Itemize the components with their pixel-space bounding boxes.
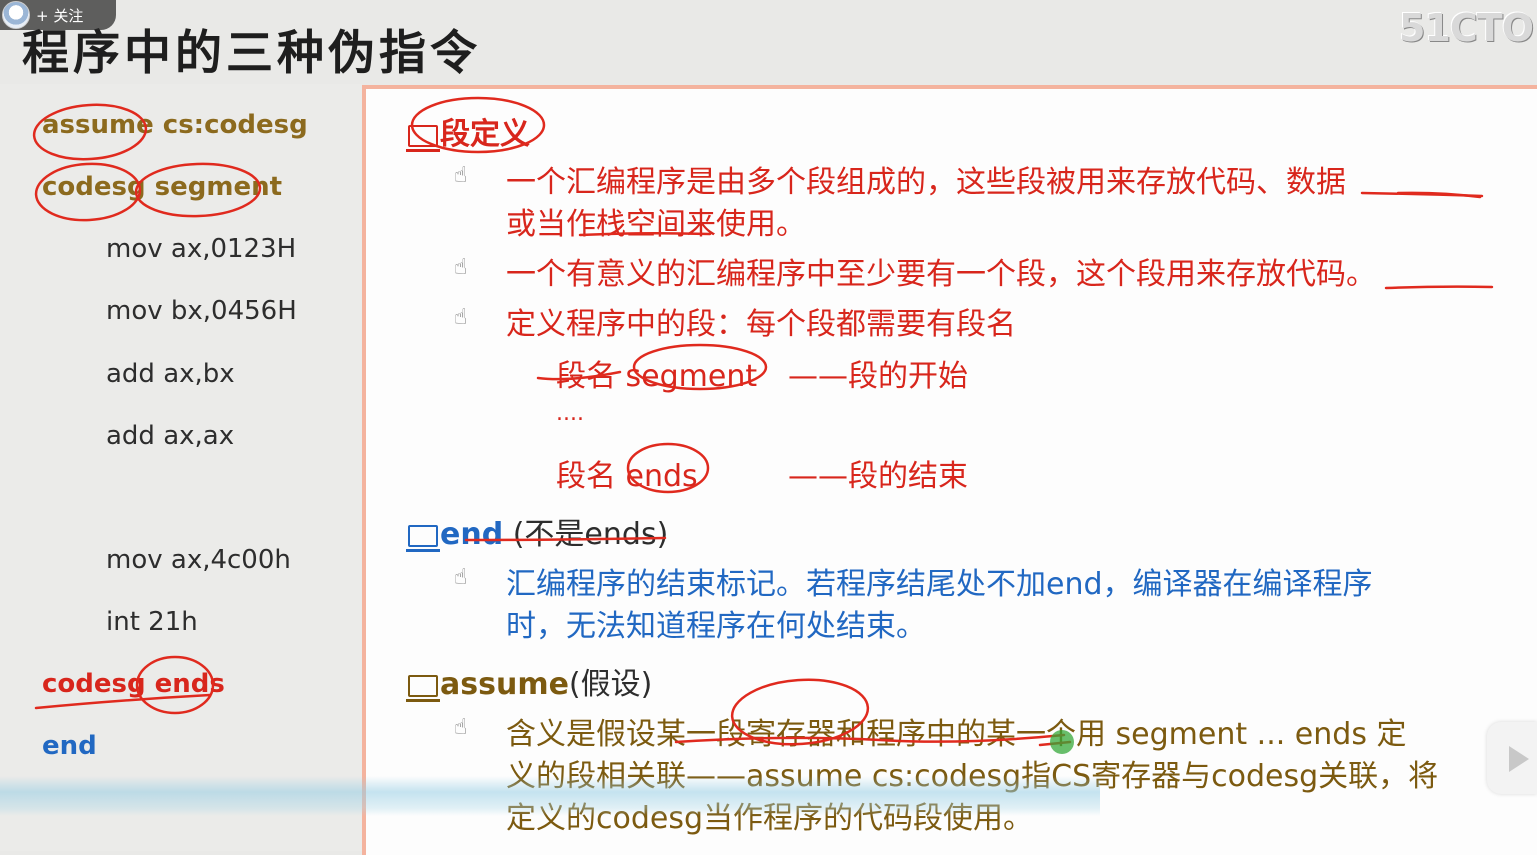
code-line: mov ax,0123H <box>106 234 297 264</box>
computer-icon <box>406 674 440 702</box>
computer-icon <box>406 524 440 552</box>
watermark-logo: 51CTO <box>1399 6 1534 50</box>
section-heading-segment-def: 段定义 <box>406 109 530 153</box>
hand-pointer-icon: ☝ <box>454 255 468 280</box>
segment-end-code: 段名 ends <box>556 459 698 494</box>
decorative-wave <box>0 776 1100 816</box>
code-line: add ax,ax <box>106 421 235 451</box>
play-button[interactable] <box>1487 722 1537 794</box>
code-line-segment: codesg segment <box>42 172 283 202</box>
bullet-text: 定义程序中的段：每个段都需要有段名 <box>506 307 1016 342</box>
bullet-text: 一个汇编程序是由多个段组成的，这些段被用来存放代码、数据 <box>506 165 1346 200</box>
segment-end-desc: ——段的结束 <box>788 459 968 494</box>
section-heading-end: end (不是ends) <box>406 509 668 553</box>
segment-start-desc: ——段的开始 <box>788 359 968 394</box>
code-line-ends: codesg ends <box>42 669 225 699</box>
bullet-text: 汇编程序的结束标记。若程序结尾处不加end，编译器在编译程序 <box>506 567 1373 602</box>
follow-button[interactable]: + 关注 <box>0 0 116 30</box>
code-line-assume: assume cs:codesg <box>42 110 308 140</box>
segment-start-code: 段名 segment <box>556 359 758 394</box>
code-line: mov bx,0456H <box>106 296 297 326</box>
code-line-end: end <box>42 731 97 761</box>
bullet-text: 时，无法知道程序在何处结束。 <box>506 609 926 644</box>
avatar <box>2 1 30 29</box>
ellipsis-dots: .... <box>556 401 584 426</box>
code-panel: assume cs:codesg codesg segment mov ax,0… <box>0 84 362 851</box>
hand-pointer-icon: ☝ <box>454 305 468 330</box>
hand-pointer-icon: ☝ <box>454 715 468 740</box>
section-heading-assume: assume(假设) <box>406 659 652 703</box>
hand-pointer-icon: ☝ <box>454 163 468 188</box>
hand-pointer-icon: ☝ <box>454 565 468 590</box>
bullet-text: 含义是假设某一段寄存器和程序中的某一个用 segment ... ends 定 <box>506 717 1407 752</box>
code-line: mov ax,4c00h <box>106 545 291 575</box>
bullet-text: 一个有意义的汇编程序中至少要有一个段，这个段用来存放代码。 <box>506 257 1376 292</box>
follow-label: + 关注 <box>36 6 84 25</box>
code-line: add ax,bx <box>106 359 235 389</box>
bullet-text: 或当作栈空间来使用。 <box>506 207 806 242</box>
computer-icon <box>406 124 440 152</box>
slide-content: 段定义 ☝ 一个汇编程序是由多个段组成的，这些段被用来存放代码、数据 或当作栈空… <box>362 85 1537 855</box>
code-line: int 21h <box>106 607 198 637</box>
